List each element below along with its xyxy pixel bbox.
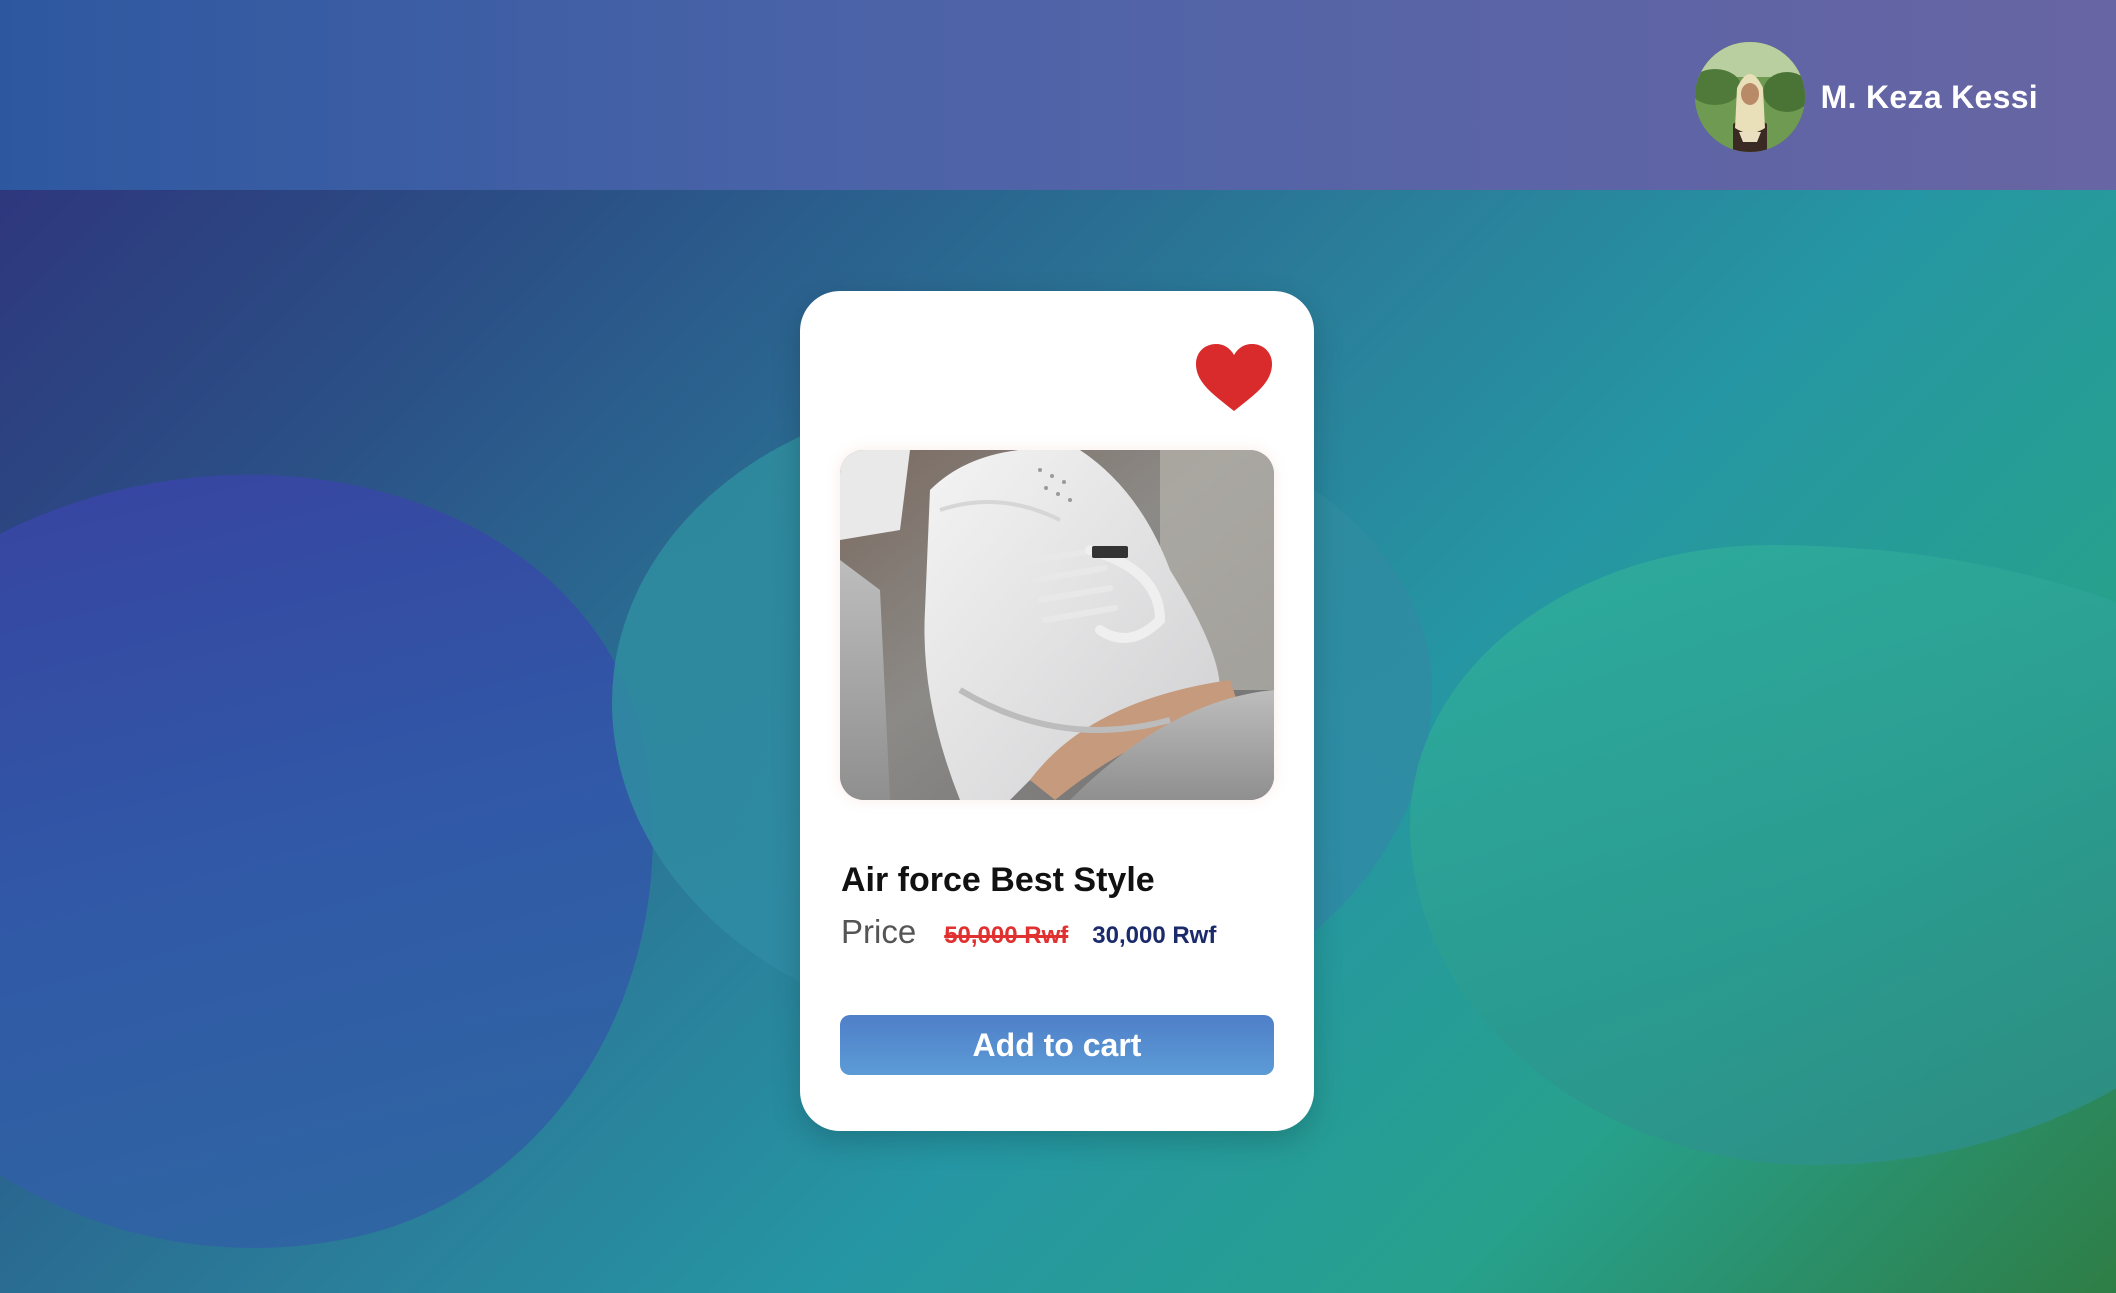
- new-price: 30,000 Rwf: [1092, 922, 1217, 949]
- product-image: [840, 450, 1274, 800]
- product-card: Air force Best Style Price 50,000 Rwf 30…: [800, 291, 1314, 1131]
- heart-icon[interactable]: [1194, 343, 1274, 413]
- user-avatar-icon: [1694, 42, 1805, 152]
- add-to-cart-button[interactable]: Add to cart: [840, 1015, 1274, 1075]
- sneaker-image: [840, 450, 1274, 800]
- top-bar: M. Keza Kessi: [0, 0, 2116, 190]
- price-row: Price 50,000 Rwf 30,000 Rwf: [841, 913, 1216, 951]
- page-background: M. Keza Kessi Air force Best Style Price…: [0, 0, 2116, 1293]
- old-price: 50,000 Rwf: [944, 922, 1069, 949]
- user-profile[interactable]: M. Keza Kessi: [1694, 42, 2038, 152]
- price-label: Price: [841, 913, 917, 950]
- avatar[interactable]: [1694, 42, 1805, 152]
- background-blob: [0, 394, 732, 1293]
- favorite-heart: [1196, 344, 1272, 411]
- user-name[interactable]: M. Keza Kessi: [1821, 79, 2038, 116]
- product-title: Air force Best Style: [841, 861, 1155, 899]
- background-blob: [1410, 545, 2116, 1165]
